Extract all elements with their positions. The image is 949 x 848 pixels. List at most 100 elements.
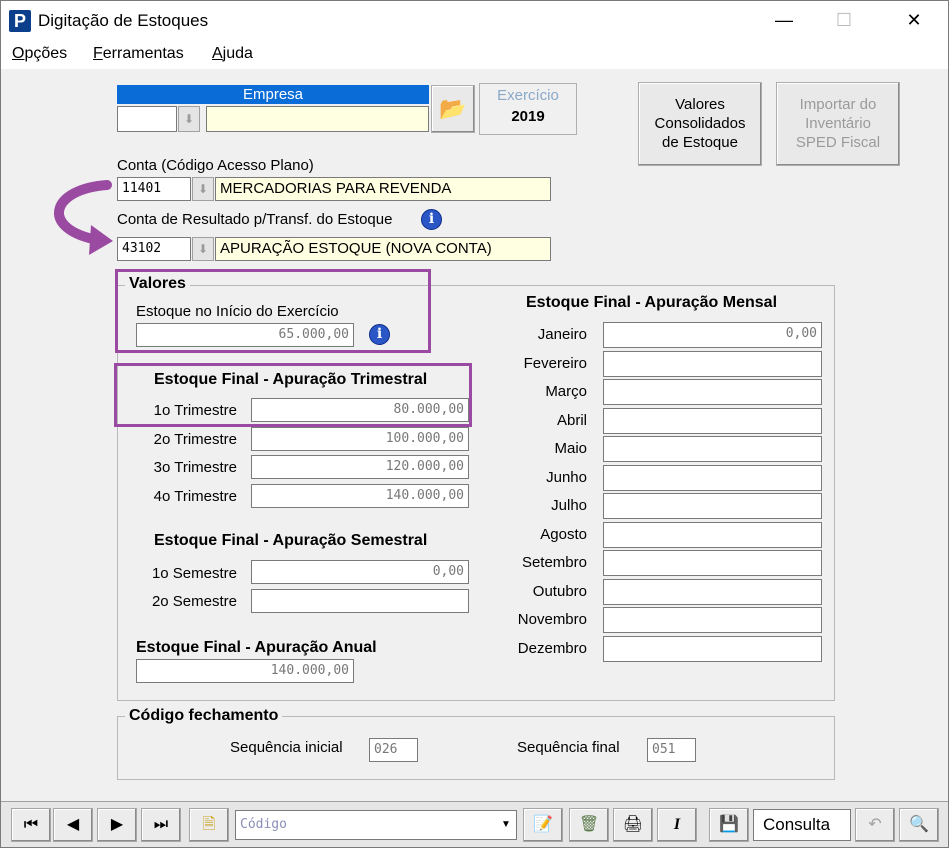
mensal-input-9[interactable] <box>603 578 822 605</box>
anual-title: Estoque Final - Apuração Anual <box>136 639 377 656</box>
sequencia-final-input[interactable]: 051 <box>647 738 696 762</box>
minimize-button[interactable]: — <box>761 1 807 39</box>
conta-resultado-lookup-button[interactable]: ⬇ <box>192 237 214 261</box>
conta-code-input[interactable]: 11401 <box>117 177 191 201</box>
trimestre-4-label: 4o Trimestre <box>153 488 237 505</box>
trimestre-3-label: 3o Trimestre <box>153 459 237 476</box>
highlight-trimestral <box>114 363 472 427</box>
valores-consolidados-button[interactable]: Valores Consolidados de Estoque <box>638 82 762 166</box>
window-title: Digitação de Estoques <box>38 11 209 30</box>
maximize-button[interactable]: ☐ <box>821 1 867 39</box>
semestre-1-label: 1o Semestre <box>151 565 237 582</box>
conta-lookup-button[interactable]: ⬇ <box>192 177 214 201</box>
empresa-lookup-button[interactable]: ⬇ <box>178 106 200 132</box>
save-icon: 💾 <box>719 816 739 833</box>
conta-name-field: MERCADORIAS PARA REVENDA <box>215 177 551 201</box>
mensal-input-3[interactable] <box>603 407 822 434</box>
first-record-button[interactable]: ⏮ <box>11 808 51 842</box>
sequencia-inicial-input[interactable]: 026 <box>369 738 418 762</box>
print-icon: 🖨 <box>622 816 644 833</box>
previous-record-button[interactable]: ◀ <box>53 808 93 842</box>
mensal-input-1[interactable] <box>603 350 822 377</box>
mensal-label-6: Julho <box>551 497 587 514</box>
trimestre-2-input[interactable]: 100.000,00 <box>251 427 469 451</box>
conta-resultado-info-icon[interactable]: i <box>421 209 442 230</box>
first-record-icon: ⏮ <box>23 816 39 833</box>
mensal-title: Estoque Final - Apuração Mensal <box>526 294 778 311</box>
conta-label: Conta (Código Acesso Plano) <box>117 157 314 174</box>
menu-opcoes[interactable]: Opções <box>12 45 67 63</box>
new-document-icon: 🗎 <box>202 816 216 833</box>
open-folder-button[interactable]: 📂 <box>431 85 475 133</box>
close-button[interactable]: ✕ <box>891 1 937 39</box>
undo-icon: ↶ <box>868 816 882 833</box>
empresa-name-field <box>206 106 429 132</box>
edit-button[interactable]: 📝 <box>523 808 563 842</box>
trimestre-3-input[interactable]: 120.000,00 <box>251 455 469 479</box>
new-record-button[interactable]: 🗎 <box>189 808 229 842</box>
importar-sped-button[interactable]: Importar do Inventário SPED Fiscal <box>776 82 900 166</box>
conta-resultado-code-input[interactable]: 43102 <box>117 237 191 261</box>
italic-button[interactable]: I <box>657 808 697 842</box>
semestre-2-label: 2o Semestre <box>151 593 237 610</box>
mensal-input-4[interactable] <box>603 436 822 462</box>
empresa-code-input[interactable] <box>117 106 177 132</box>
trimestre-2-label: 2o Trimestre <box>153 431 237 448</box>
mensal-label-8: Setembro <box>521 554 587 571</box>
menu-ajuda[interactable]: Ajuda <box>212 45 253 63</box>
last-record-button[interactable]: ⏭ <box>141 808 181 842</box>
print-button[interactable]: 🖨 <box>613 808 653 842</box>
bottom-toolbar: ⏮ ◀ ▶ ⏭ 🗎 Código ▼ 📝 🗑 🖨 I 💾 Consulta ↶ … <box>1 801 948 847</box>
delete-button[interactable]: 🗑 <box>569 808 609 842</box>
conta-resultado-name-field: APURAÇÃO ESTOQUE (NOVA CONTA) <box>215 237 551 261</box>
search-combo[interactable]: Código ▼ <box>235 810 517 840</box>
mode-status: Consulta <box>753 809 851 841</box>
mensal-input-8[interactable] <box>603 550 822 576</box>
edit-document-icon: 📝 <box>533 816 553 833</box>
chevron-down-icon[interactable]: ▼ <box>496 811 516 839</box>
highlight-valores <box>115 269 431 353</box>
previous-record-icon: ◀ <box>66 816 80 833</box>
mensal-label-5: Junho <box>546 468 587 486</box>
mensal-label-3: Abril <box>556 411 587 429</box>
exercicio-value: 2019 <box>511 108 545 125</box>
main-window: P Digitação de Estoques — ☐ ✕ Opções Fer… <box>0 0 949 848</box>
open-folder-icon: 📂 <box>439 96 467 121</box>
save-button[interactable]: 💾 <box>709 808 749 842</box>
find-button[interactable]: 🔍 <box>899 808 939 842</box>
undo-button[interactable]: ↶ <box>855 808 895 842</box>
sequencia-final-label: Sequência final <box>517 739 620 756</box>
search-placeholder: Código <box>240 817 287 832</box>
mensal-label-4: Maio <box>554 440 587 457</box>
fechamento-title: Código fechamento <box>125 707 283 725</box>
empresa-header: Empresa <box>117 85 429 104</box>
mensal-input-7[interactable] <box>603 521 822 548</box>
italic-icon: I <box>673 816 681 833</box>
next-record-button[interactable]: ▶ <box>97 808 137 842</box>
semestre-2-input[interactable] <box>251 589 469 613</box>
mensal-label-9: Outubro <box>532 582 587 600</box>
sequencia-inicial-label: Sequência inicial <box>230 739 343 756</box>
menu-ferramentas[interactable]: Ferramentas <box>93 45 184 63</box>
mensal-label-1: Fevereiro <box>523 354 587 372</box>
mensal-input-5[interactable] <box>603 464 822 491</box>
mensal-label-11: Dezembro <box>517 639 587 657</box>
mensal-input-0[interactable]: 0,00 <box>603 322 822 348</box>
last-record-icon: ⏭ <box>153 816 169 833</box>
next-record-icon: ▶ <box>110 816 124 833</box>
menu-bar: Opções Ferramentas Ajuda <box>1 39 948 69</box>
fechamento-group <box>117 716 835 780</box>
exercicio-label: Exercício <box>497 87 559 104</box>
mensal-input-6[interactable] <box>603 493 822 519</box>
mensal-input-10[interactable] <box>603 607 822 633</box>
delete-icon: 🗑 <box>578 816 600 833</box>
curved-arrow-icon <box>54 180 113 255</box>
binoculars-icon: 🔍 <box>909 816 929 833</box>
anual-input[interactable]: 140.000,00 <box>136 659 354 683</box>
mensal-label-2: Março <box>545 383 587 400</box>
semestre-1-input[interactable]: 0,00 <box>251 560 469 584</box>
app-icon: P <box>9 10 31 32</box>
trimestre-4-input[interactable]: 140.000,00 <box>251 484 469 508</box>
mensal-input-11[interactable] <box>603 635 822 662</box>
mensal-input-2[interactable] <box>603 379 822 405</box>
